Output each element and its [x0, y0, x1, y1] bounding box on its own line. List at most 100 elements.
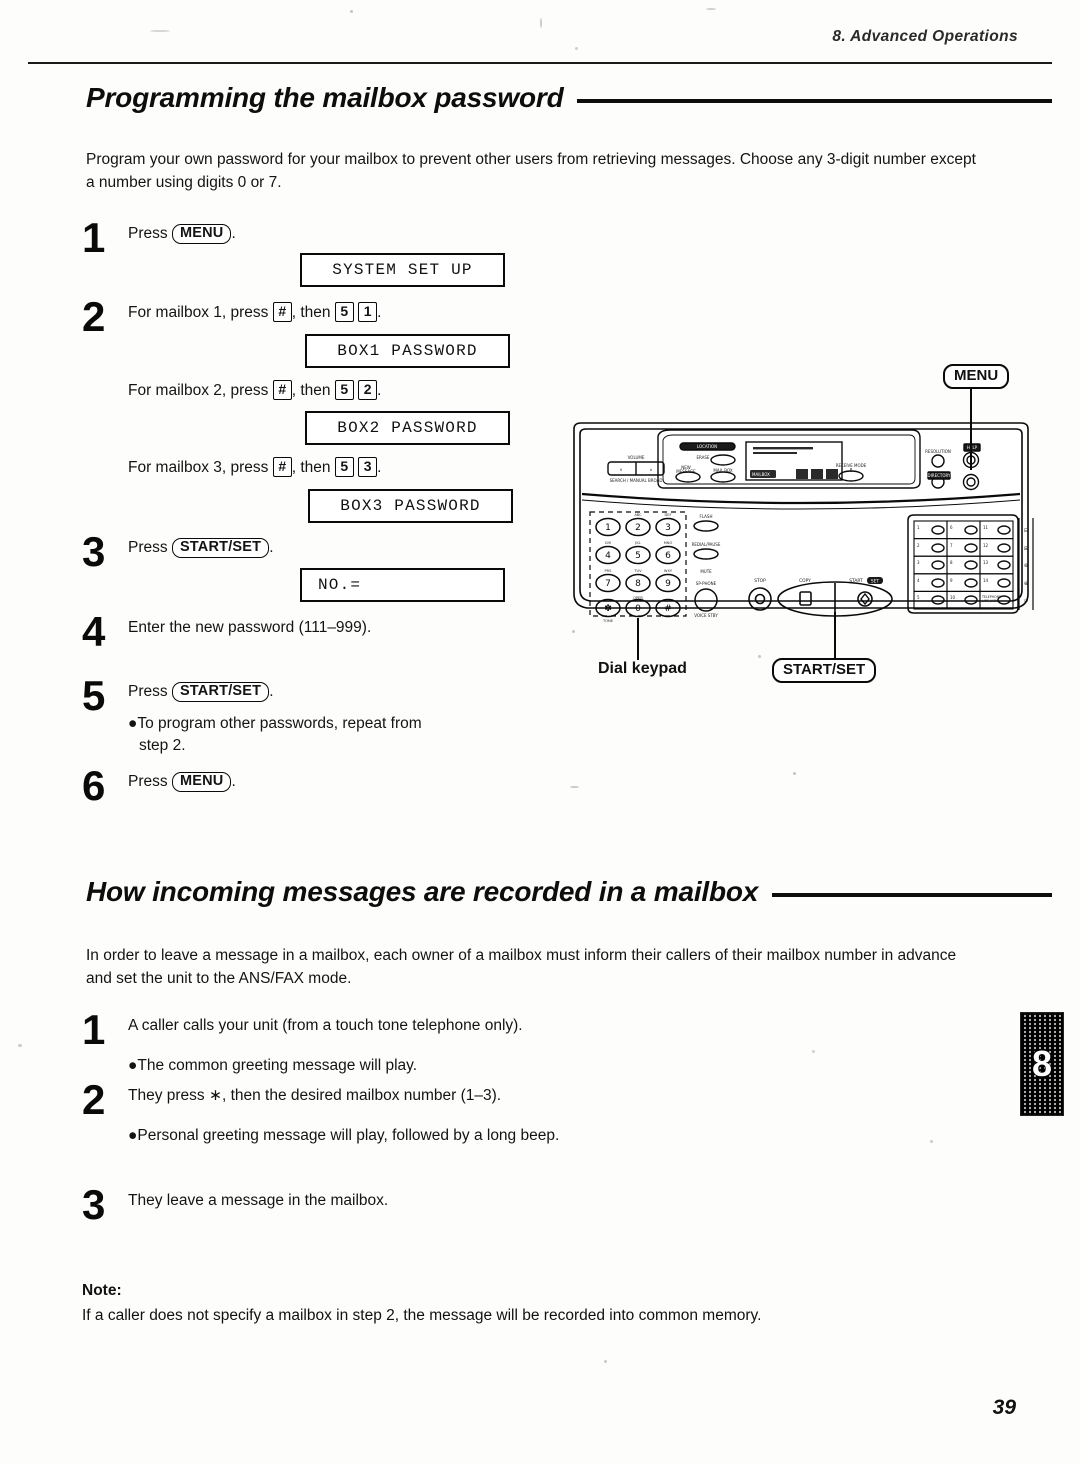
svg-text:TONE: TONE	[602, 619, 614, 623]
svg-text:SEARCH / MANUAL BROAD: SEARCH / MANUAL BROAD	[610, 478, 663, 483]
svg-text:14: 14	[983, 578, 989, 583]
callout-menu-key[interactable]: MENU	[943, 364, 1010, 389]
svg-text:11: 11	[983, 525, 989, 530]
step-number: 1	[82, 214, 106, 261]
scan-speck	[540, 18, 542, 28]
mailbox-2-mid: , then	[291, 382, 331, 399]
mailbox-2-label: For mailbox 2, press	[128, 382, 269, 399]
step-number: 2	[82, 293, 106, 340]
step-5-press-start-set: 5 Press START/SET. ●To program other pas…	[82, 672, 422, 757]
svg-text:PRS: PRS	[605, 569, 613, 573]
mailbox-1-end: .	[377, 304, 382, 321]
digit-3-key[interactable]: 3	[358, 457, 378, 477]
note-label: Note:	[82, 1282, 122, 1299]
step-number: 4	[82, 608, 106, 655]
svg-text:RECEIVE MODE: RECEIVE MODE	[836, 463, 867, 468]
digit-1-key[interactable]: 1	[358, 302, 378, 322]
step-number: 2	[82, 1076, 106, 1123]
scan-speck	[604, 1360, 607, 1363]
svg-text:⊞: ⊞	[1024, 546, 1028, 552]
manual-page: 8. Advanced Operations Programming the m…	[0, 0, 1080, 1464]
svg-text:START: START	[849, 578, 863, 584]
step-text-before: Press	[128, 683, 168, 700]
scan-speck	[575, 47, 578, 50]
mailbox-1-label: For mailbox 1, press	[128, 304, 269, 321]
step-text: Press MENU.	[128, 218, 236, 245]
scan-speck	[706, 8, 716, 10]
scan-speck	[930, 1140, 933, 1143]
step-text-after: .	[231, 773, 236, 790]
mailbox-2-end: .	[377, 382, 382, 399]
scan-speck	[150, 30, 170, 32]
callout-start-set-key[interactable]: START/SET	[772, 658, 877, 683]
svg-text:SET: SET	[871, 579, 880, 585]
mailbox-3-end: .	[377, 459, 382, 476]
step-text-before: Press	[128, 773, 168, 790]
section-1-title-rule	[577, 99, 1052, 103]
step-2-enter-mailbox-code: 2 For mailbox 1, press #, then 5 1.	[82, 296, 382, 338]
page-number: 39	[992, 1396, 1016, 1419]
hash-key[interactable]: #	[272, 380, 292, 400]
svg-text:#: #	[664, 604, 672, 614]
step-text-after: .	[269, 683, 274, 700]
lcd-display-number-prompt: NO.=	[300, 568, 505, 602]
svg-text:▭: ▭	[1024, 598, 1029, 604]
svg-text:DIRECTORY: DIRECTORY	[928, 473, 951, 478]
step-text-after: .	[269, 539, 274, 556]
svg-text:∨: ∨	[620, 467, 623, 472]
svg-text:REDIAL/PAUSE: REDIAL/PAUSE	[692, 542, 721, 547]
menu-key[interactable]: MENU	[171, 772, 232, 792]
lcd-display-box2-password: BOX2 PASSWORD	[305, 411, 510, 445]
svg-text:RESOLUTION: RESOLUTION	[925, 449, 951, 454]
mailbox-3-label: For mailbox 3, press	[128, 459, 269, 476]
svg-text:9: 9	[665, 579, 671, 589]
svg-text:4: 4	[605, 551, 611, 561]
recording-step-3: 3 They leave a message in the mailbox.	[82, 1184, 388, 1226]
svg-text:LOCATION: LOCATION	[697, 444, 717, 449]
svg-text:ERASE: ERASE	[697, 455, 710, 460]
section-1-title-text: Programming the mailbox password	[86, 82, 564, 113]
step-text: Press MENU.	[128, 766, 236, 793]
chapter-header: 8. Advanced Operations	[832, 28, 1018, 45]
hash-key[interactable]: #	[272, 302, 292, 322]
digit-2-key[interactable]: 2	[358, 380, 378, 400]
scan-speck	[570, 786, 579, 788]
svg-text:HELP: HELP	[967, 445, 978, 450]
step-text: For mailbox 3, press #, then 5 3.	[128, 452, 381, 479]
svg-text:✽: ✽	[604, 604, 612, 614]
step-5-note: ●To program other passwords, repeat from…	[128, 713, 422, 757]
step-number: 6	[82, 762, 106, 809]
svg-text:LINE JACK: LINE JACK	[982, 599, 998, 603]
svg-text:STOP: STOP	[754, 578, 766, 584]
svg-text:⊕: ⊕	[1024, 581, 1028, 587]
mailbox-3-instruction: For mailbox 3, press #, then 5 3.	[82, 452, 381, 479]
svg-text:∧: ∧	[650, 467, 653, 472]
svg-text:12: 12	[983, 543, 989, 548]
hash-key[interactable]: #	[272, 457, 292, 477]
menu-key[interactable]: MENU	[171, 224, 232, 244]
step-text-before: Press	[128, 225, 168, 242]
svg-text:TUV: TUV	[633, 569, 642, 573]
step-4-enter-new-password: 4 Enter the new password (111–999).	[82, 611, 371, 653]
mailbox-3-mid: , then	[291, 459, 331, 476]
start-set-key[interactable]: START/SET	[171, 538, 270, 558]
svg-text:WXY: WXY	[664, 569, 673, 573]
fax-machine-illustration: MAILBOX LOCATION ERASE NEW MESSAGE MAIL …	[560, 364, 1060, 692]
step-note: ●The common greeting message will play.	[128, 1057, 418, 1074]
start-set-key[interactable]: START/SET	[171, 682, 270, 702]
chapter-thumb-tab: 8	[1020, 1012, 1064, 1116]
svg-text:SP-PHONE: SP-PHONE	[696, 581, 717, 586]
step-text: Press START/SET.	[128, 676, 422, 703]
step-number: 5	[82, 672, 106, 719]
svg-text:MAILBOX: MAILBOX	[752, 472, 770, 477]
section-2-title-text: How incoming messages are recorded in a …	[86, 876, 759, 907]
section-1-intro: Program your own password for your mailb…	[86, 151, 976, 191]
digit-5-key[interactable]: 5	[334, 380, 354, 400]
callout-dial-keypad: Dial keypad	[598, 660, 687, 677]
fax-machine-drawing: MAILBOX LOCATION ERASE NEW MESSAGE MAIL …	[573, 384, 1034, 660]
digit-5-key[interactable]: 5	[334, 302, 354, 322]
digit-5-key[interactable]: 5	[334, 457, 354, 477]
scan-speck	[812, 1050, 815, 1053]
svg-text:MNO: MNO	[664, 541, 673, 545]
scan-speck	[18, 1044, 22, 1047]
